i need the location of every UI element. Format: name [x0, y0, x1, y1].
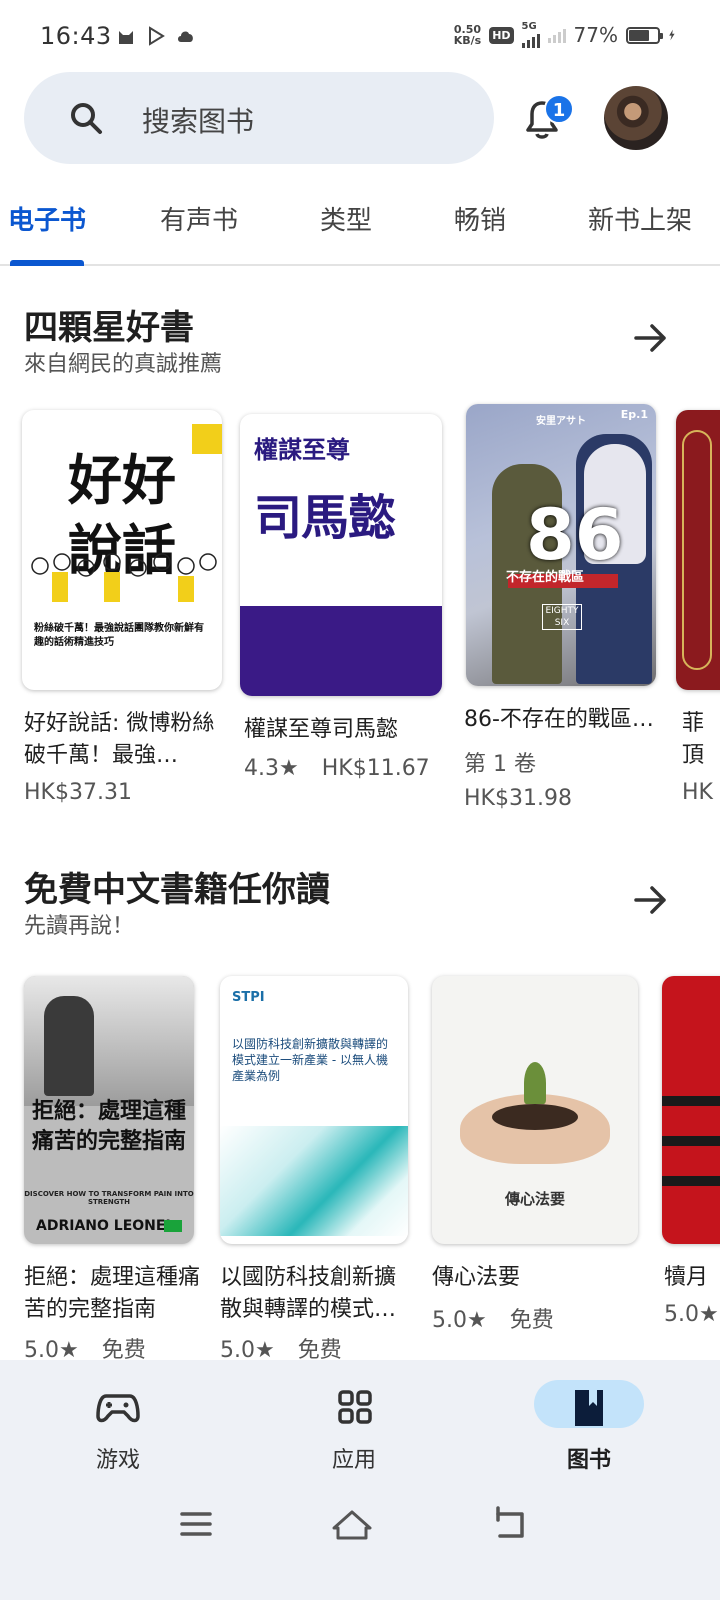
book-cover[interactable]: 傳心法要 — [432, 976, 638, 1244]
battery-icon — [626, 26, 663, 44]
section-subtitle: 來自網民的真誠推薦 — [24, 352, 223, 377]
cell-signal-icon: 5G — [521, 22, 540, 48]
section-title: 四顆星好書 — [24, 308, 194, 348]
cover-title: 好好 — [68, 448, 176, 512]
book-cover[interactable]: 好好 說話 粉絲破千萬！最強說話團隊教你新鮮有趣的話術精進技巧 — [22, 410, 222, 690]
tab-new-releases[interactable]: 新书上架 — [588, 200, 692, 237]
book-cover[interactable]: STPI 以國防科技創新擴散與轉譯的模式建立一新產業 - 以無人機產業為例 — [220, 976, 408, 1244]
search-icon — [71, 103, 102, 134]
star-icon: ★ — [467, 1308, 487, 1333]
gamepad-icon — [96, 1394, 140, 1423]
bottom-navigation: 游戏 应用 图书 — [0, 1360, 720, 1600]
tab-ebooks[interactable]: 电子书 — [8, 200, 86, 237]
book-cover[interactable] — [676, 410, 720, 690]
status-bar: 16:43 0.50 KB/s HD 5G 77% — [0, 0, 720, 76]
cloud-icon — [178, 31, 193, 42]
star-icon: ★ — [699, 1302, 719, 1327]
status-system-icons: 0.50 KB/s HD 5G 77% — [454, 22, 680, 48]
cat-app-icon — [119, 31, 133, 44]
apps-grid-icon — [338, 1390, 372, 1424]
notification-badge: 1 — [544, 94, 574, 124]
book-price: HK$31.98 — [464, 786, 572, 811]
book-rating: 5.0★ — [664, 1302, 719, 1327]
tab-active-indicator — [10, 260, 84, 266]
back-icon[interactable] — [488, 1504, 532, 1544]
account-avatar[interactable] — [604, 86, 668, 150]
book-title: 好好說話: 微博粉絲破千萬！最強… — [24, 711, 215, 768]
book-rating: 4.3★ HK$11.67 — [244, 756, 430, 781]
category-tabs: 电子书 有声书 类型 畅销 新书上架 — [0, 176, 720, 266]
charging-icon — [669, 29, 675, 41]
book-title: 犢月 — [664, 1265, 709, 1290]
tab-bestsellers[interactable]: 畅销 — [454, 200, 506, 237]
home-icon[interactable] — [330, 1504, 374, 1544]
net-speed: 0.50 KB/s — [453, 23, 482, 47]
cover-caption: 粉絲破千萬！最強說話團隊教你新鮮有趣的話術精進技巧 — [34, 623, 204, 648]
book-icon — [575, 1390, 603, 1426]
tab-audiobooks[interactable]: 有声书 — [160, 200, 238, 237]
battery-fill — [629, 29, 649, 41]
arrow-right-icon[interactable] — [628, 878, 672, 922]
arrow-right-icon[interactable] — [628, 316, 672, 360]
book-title: 傳心法要 — [432, 1265, 521, 1290]
battery-percent: 77% — [573, 23, 618, 47]
nav-games[interactable]: 游戏 — [58, 1380, 178, 1480]
book-cover[interactable] — [662, 976, 720, 1244]
section-subtitle: 先讀再說！ — [24, 914, 135, 939]
book-title: 權謀至尊司馬懿 — [244, 717, 399, 742]
book-title: 以國防科技創新擴散與轉譯的模式… — [220, 1265, 397, 1322]
tab-genres[interactable]: 类型 — [320, 200, 372, 237]
book-title: 86-不存在的戰區… — [464, 707, 654, 732]
book-cover[interactable]: 權謀至尊 司馬懿 — [240, 414, 442, 696]
book-price: HK$37.31 — [24, 780, 132, 805]
book-price: HK — [682, 780, 713, 805]
nav-apps[interactable]: 应用 — [294, 1380, 414, 1480]
star-icon: ★ — [279, 756, 299, 781]
book-cover[interactable]: 86 不存在的戰區 Ep.1 安里アサト EIGHTY SIX — [466, 404, 656, 686]
nav-books[interactable]: 图书 — [529, 1380, 649, 1480]
status-time: 16:43 — [40, 22, 112, 50]
search-bar[interactable]: 搜索图书 — [24, 72, 494, 164]
status-notification-icons — [116, 26, 196, 46]
crowd-illustration — [31, 553, 217, 602]
book-title: 拒絕：處理這種痛苦的完整指南 — [24, 1265, 200, 1322]
hd-voice-icon: HD — [489, 26, 514, 44]
book-title: 菲頂 — [682, 711, 705, 768]
cell-signal-2-icon — [547, 27, 566, 43]
book-volume: 第 1 卷 — [464, 752, 536, 777]
play-store-icon — [149, 26, 165, 46]
section-title: 免費中文書籍任你讀 — [24, 870, 330, 910]
book-cover[interactable]: 拒絕：處理這種痛苦的完整指南 DISCOVER HOW TO TRANSFORM… — [24, 976, 194, 1244]
book-rating: 5.0★ 免费 — [432, 1308, 554, 1333]
menu-icon[interactable] — [174, 1504, 218, 1544]
search-placeholder: 搜索图书 — [142, 105, 255, 138]
